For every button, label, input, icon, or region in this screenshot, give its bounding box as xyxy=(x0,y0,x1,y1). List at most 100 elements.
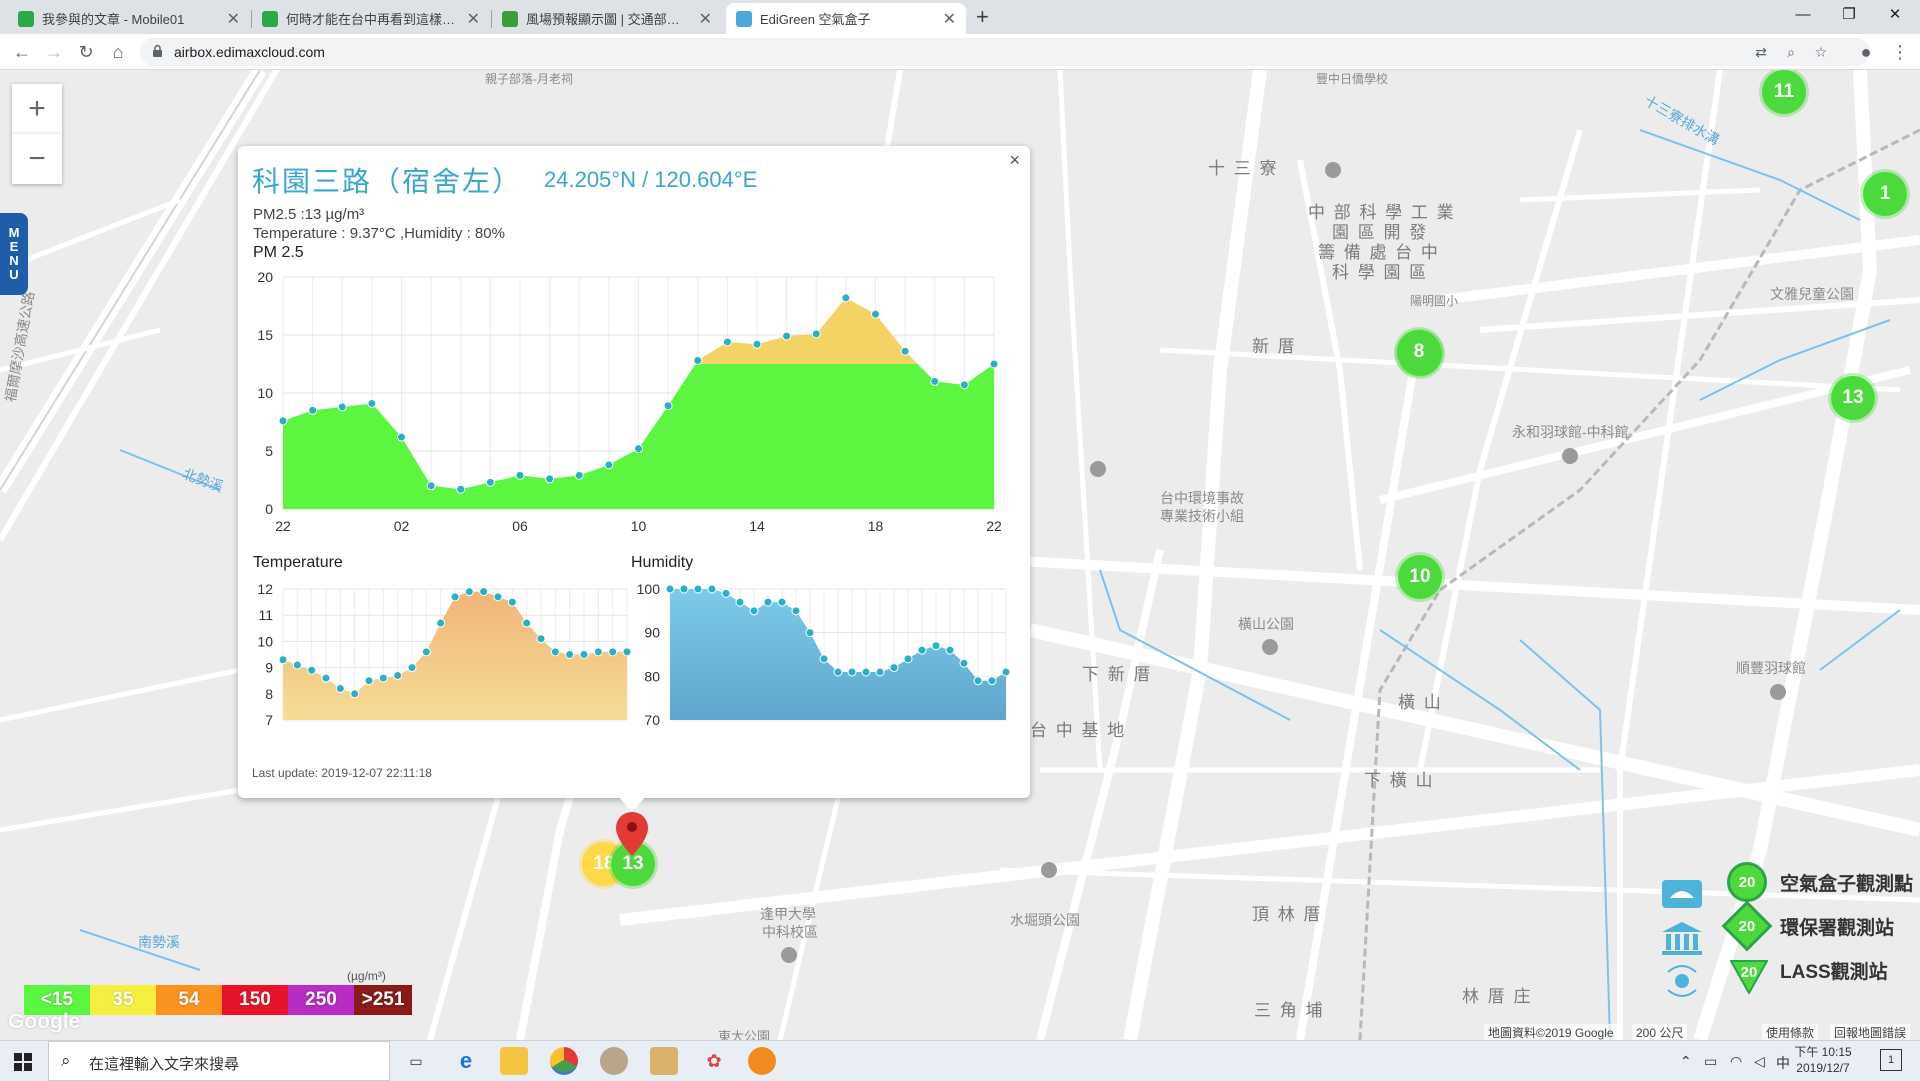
app-icon[interactable]: ✿ xyxy=(700,1047,728,1075)
data-point xyxy=(805,628,815,638)
data-point xyxy=(707,584,717,594)
file-explorer-icon[interactable] xyxy=(500,1047,528,1075)
search-placeholder: 在這裡輸入文字來搜尋 xyxy=(89,1056,240,1073)
map-label: 順豐羽球館 xyxy=(1736,660,1806,676)
back-icon[interactable]: ← xyxy=(8,38,36,66)
data-point xyxy=(791,606,801,616)
tab-title: EdiGreen 空氣盒子 xyxy=(760,12,871,27)
data-point xyxy=(875,667,885,677)
translate-icon[interactable]: ⇄ xyxy=(1750,41,1772,63)
close-tab-icon[interactable]: ✕ xyxy=(943,9,956,29)
bookmark-star-icon[interactable]: ☆ xyxy=(1810,41,1832,63)
sensor-marker[interactable]: 1 xyxy=(1863,172,1907,216)
map-data-attribution: 地圖資料©2019 Google xyxy=(1484,1024,1618,1040)
data-point xyxy=(749,606,759,616)
taskbar-search-box[interactable]: ⌕ 在這裡輸入文字來搜尋 xyxy=(48,1041,390,1081)
close-tab-icon[interactable]: ✕ xyxy=(467,9,480,29)
data-point xyxy=(679,584,689,594)
close-tab-icon[interactable]: ✕ xyxy=(227,9,240,29)
data-point xyxy=(931,641,941,651)
app-icon[interactable] xyxy=(600,1047,628,1075)
wifi-icon[interactable]: ◠ xyxy=(1730,1053,1742,1070)
windows-start-icon[interactable] xyxy=(14,1053,32,1071)
popup-pointer xyxy=(618,796,646,812)
zoom-out-button[interactable]: − xyxy=(12,134,62,184)
minimize-button[interactable]: — xyxy=(1780,2,1826,28)
map-label: 陽明國小 xyxy=(1410,294,1459,308)
scale-step: 35 xyxy=(90,985,156,1015)
menu-letter: M xyxy=(8,225,20,240)
sensor-marker[interactable]: 11 xyxy=(1762,70,1806,114)
map-label: 橫 山 xyxy=(1398,693,1443,712)
tray-chevron-icon[interactable]: ⌃ xyxy=(1680,1053,1692,1070)
forward-icon[interactable]: → xyxy=(40,38,68,66)
map-label: 豐中日僑學校 xyxy=(1316,72,1389,86)
map-label: 南勢溪 xyxy=(138,934,180,950)
cwb-favicon-icon xyxy=(502,10,518,27)
humidity-chart: 70 80 90 100 xyxy=(637,581,1011,728)
map-scale: 200 公尺 xyxy=(1632,1024,1688,1040)
google-logo: Google xyxy=(8,1010,81,1033)
clock-date: 2019/12/7 xyxy=(1796,1061,1850,1075)
data-point xyxy=(959,658,969,668)
tab-cwb-wind[interactable]: 風場預報顯示圖 | 交通部中央氣象局 ✕ xyxy=(492,3,722,34)
restore-button[interactable]: ❐ xyxy=(1826,2,1872,28)
airbox-device-icon xyxy=(1662,880,1702,908)
data-point xyxy=(1001,667,1011,677)
chrome-icon[interactable] xyxy=(550,1047,578,1075)
close-tab-icon[interactable]: ✕ xyxy=(699,9,712,29)
map-label: 逢甲大學 xyxy=(760,906,816,922)
data-point xyxy=(833,667,843,677)
taskbar-clock[interactable]: 下午 10:15 2019/12/7 xyxy=(1788,1044,1858,1076)
tab-mobile01[interactable]: 我參與的文章 - Mobile01 ✕ xyxy=(8,3,250,34)
new-tab-button[interactable]: + xyxy=(976,4,989,30)
profile-icon[interactable]: ● xyxy=(1852,38,1880,66)
last-update: Last update: 2019-12-07 22:11:18 xyxy=(252,766,432,780)
data-point xyxy=(889,663,899,673)
address-bar[interactable]: airbox.edimaxcloud.com ⇄ ⌕ ☆ xyxy=(140,38,1870,66)
data-point xyxy=(847,667,857,677)
data-point xyxy=(693,584,703,594)
tab-mobile01-bluesky[interactable]: 何時才能在台中再看到這樣的藍天 ✕ xyxy=(252,3,490,34)
y-tick-label: 80 xyxy=(644,668,660,684)
app-icon[interactable] xyxy=(650,1047,678,1075)
tab-edigreen[interactable]: EdiGreen 空氣盒子 ✕ xyxy=(726,3,966,34)
y-tick-label: 70 xyxy=(644,712,660,728)
task-view-icon[interactable]: ▭ xyxy=(402,1047,430,1075)
legend-badge: 20 xyxy=(1730,960,1768,994)
menu-letter: E xyxy=(9,239,19,254)
scale-unit: (µg/m³) xyxy=(347,969,386,983)
data-point xyxy=(665,584,675,594)
sensor-marker[interactable]: 10 xyxy=(1398,555,1442,599)
report-error-link[interactable]: 回報地圖錯誤 xyxy=(1830,1024,1911,1040)
tab-title: 風場預報顯示圖 | 交通部中央氣象局 xyxy=(526,12,691,27)
data-point xyxy=(861,667,871,677)
government-building-icon xyxy=(1662,922,1702,955)
blender-icon[interactable] xyxy=(748,1047,776,1075)
zoom-icon[interactable]: ⌕ xyxy=(1780,41,1802,63)
close-window-button[interactable]: ✕ xyxy=(1872,2,1918,28)
map-label: 下 新 厝 xyxy=(1082,665,1153,684)
tab-title: 何時才能在台中再看到這樣的藍天 xyxy=(286,12,459,27)
mobile01-favicon-icon xyxy=(18,10,34,27)
map-label: 頂 林 厝 xyxy=(1252,905,1323,924)
notification-icon[interactable]: 1 xyxy=(1880,1049,1902,1071)
edge-browser-icon[interactable]: e xyxy=(452,1047,480,1075)
lass-sensor-icon xyxy=(1667,965,1697,997)
map-label: 永和羽球館-中科館 xyxy=(1512,424,1629,440)
sensor-marker[interactable]: 13 xyxy=(1831,376,1875,420)
data-point xyxy=(917,645,927,655)
volume-icon[interactable]: ◁ xyxy=(1754,1053,1765,1070)
sensor-marker[interactable]: 8 xyxy=(1397,330,1441,374)
zoom-in-button[interactable]: + xyxy=(12,84,62,134)
terms-link[interactable]: 使用條款 xyxy=(1762,1024,1819,1040)
more-menu-icon[interactable]: ⋮ xyxy=(1886,38,1914,66)
reload-icon[interactable]: ↻ xyxy=(72,38,100,66)
map-label: 十 三 寮 xyxy=(1208,159,1279,178)
clock-time: 下午 10:15 xyxy=(1794,1045,1852,1059)
url-text: airbox.edimaxcloud.com xyxy=(174,44,325,60)
battery-icon[interactable]: ▭ xyxy=(1704,1053,1717,1070)
menu-button[interactable]: M E N U xyxy=(0,213,28,295)
map-label: 專業技術小組 xyxy=(1160,508,1244,524)
home-icon[interactable]: ⌂ xyxy=(104,38,132,66)
